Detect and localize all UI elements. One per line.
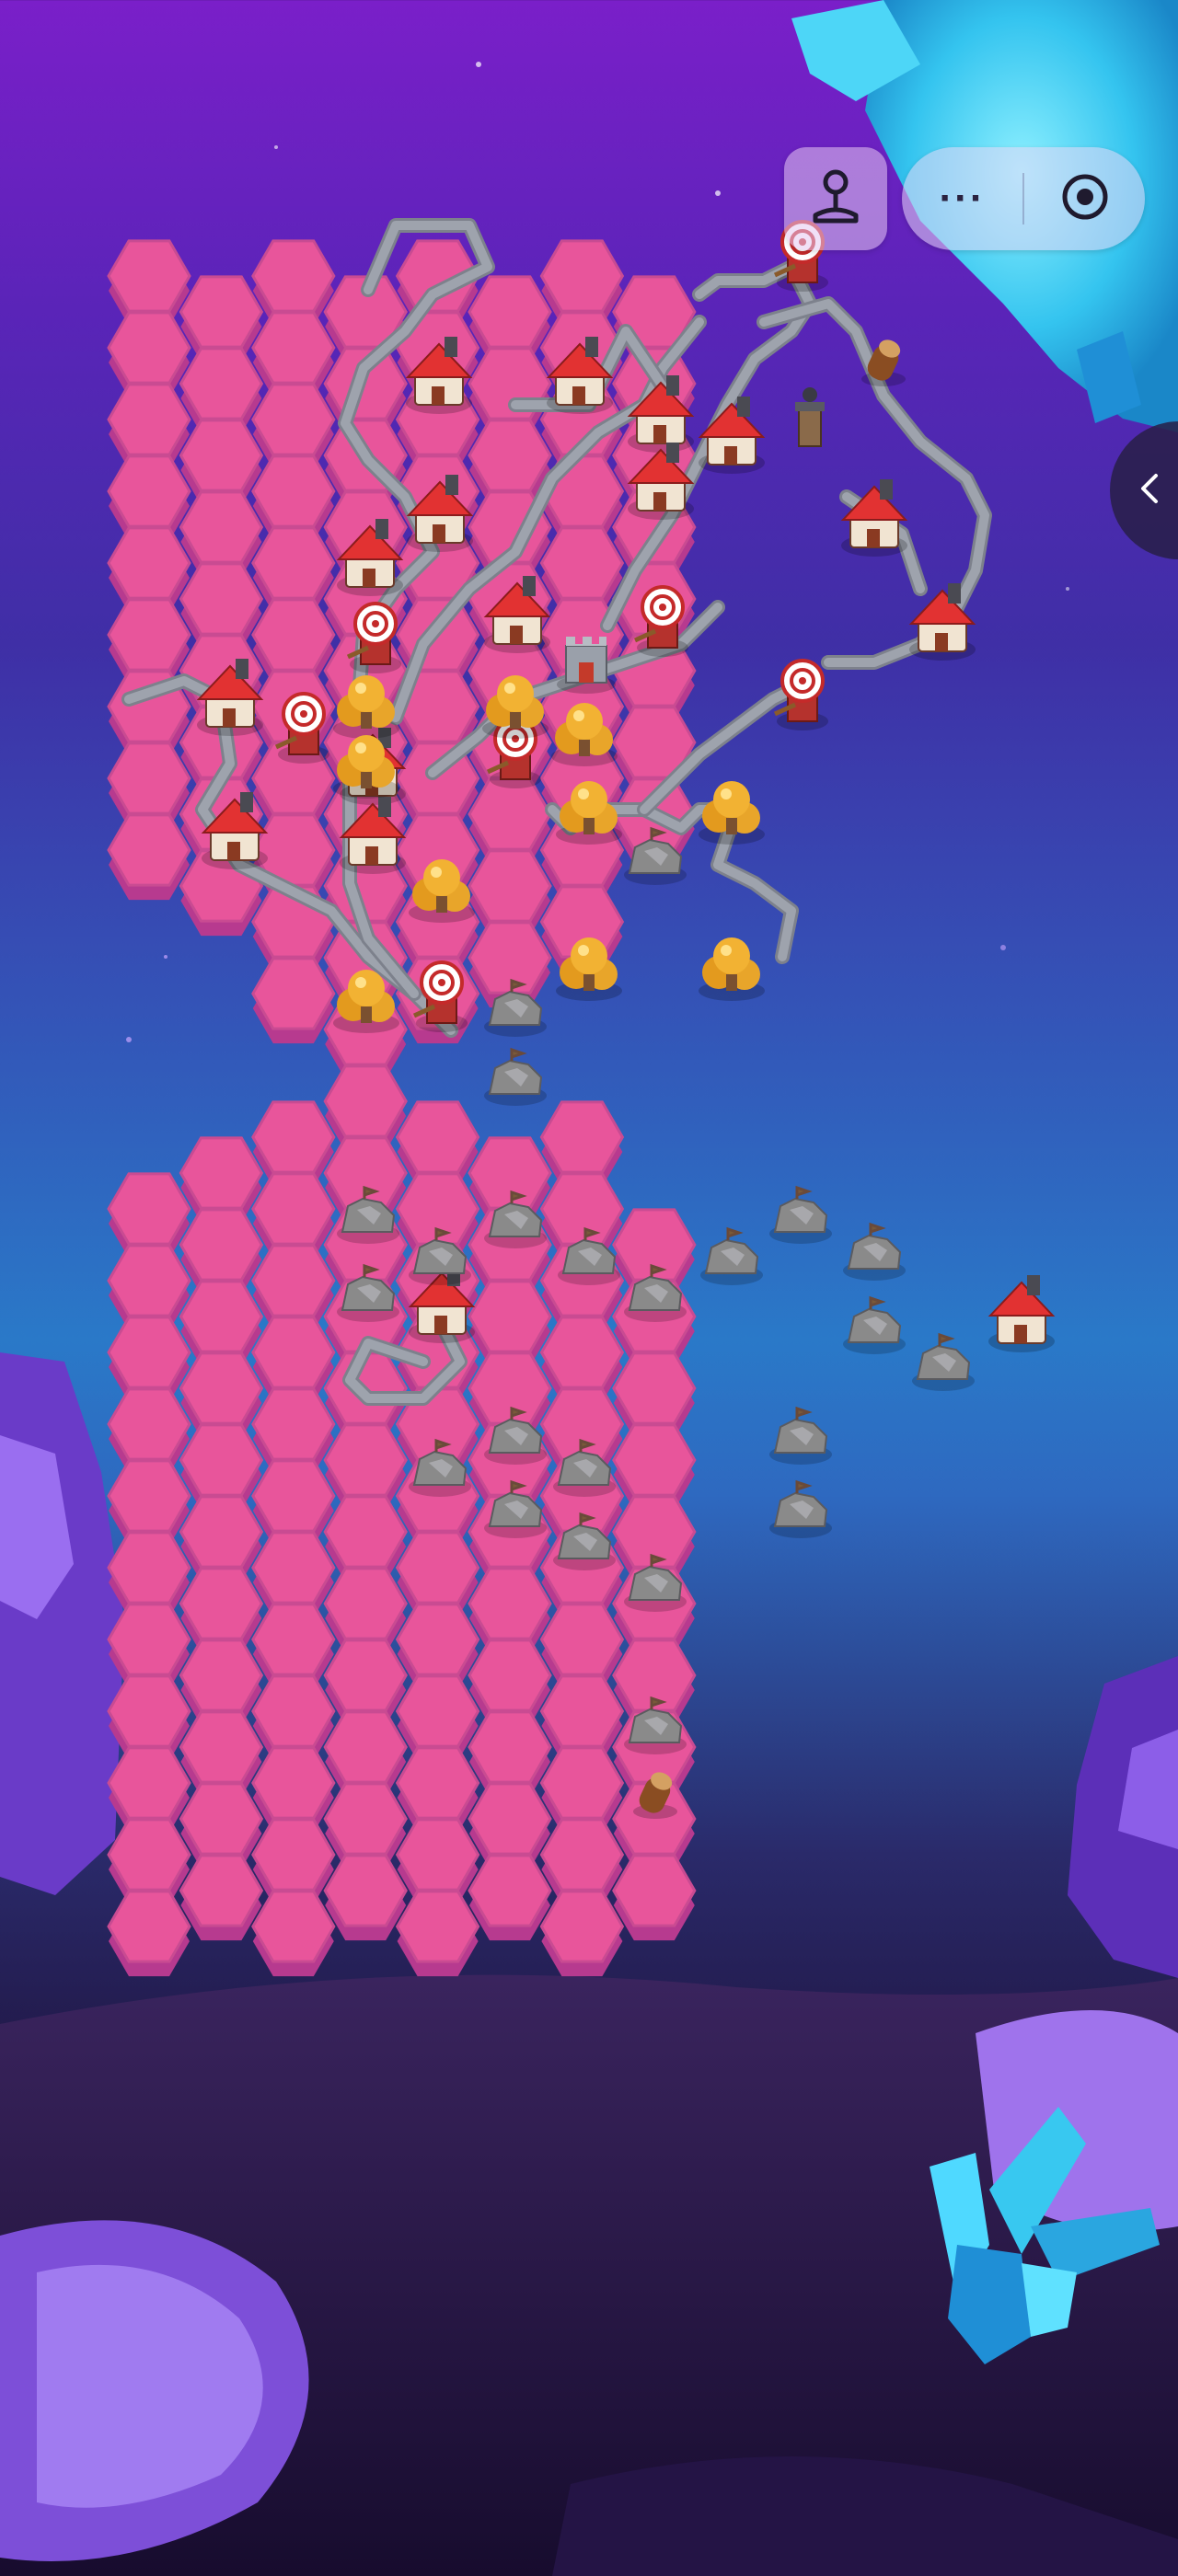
menu-capsule: ··· xyxy=(784,147,1152,250)
capsule-pill: ··· xyxy=(902,147,1145,250)
game-scene xyxy=(0,0,1178,2576)
rock-ruin-building[interactable] xyxy=(700,1226,763,1285)
gold-mine-building[interactable] xyxy=(699,937,765,1001)
watch-tower-building[interactable] xyxy=(795,387,825,447)
joystick-icon xyxy=(810,167,861,231)
red-house-building[interactable] xyxy=(987,1275,1056,1352)
avatar-button[interactable] xyxy=(784,147,887,250)
rock-ruin-building[interactable] xyxy=(843,1222,906,1281)
gold-mine-building[interactable] xyxy=(699,781,765,845)
more-dots-icon: ··· xyxy=(939,176,986,221)
chevron-left-icon xyxy=(1136,470,1161,512)
rock-ruin-building[interactable] xyxy=(769,1406,832,1465)
rock-ruin-building[interactable] xyxy=(769,1479,832,1538)
more-button[interactable]: ··· xyxy=(902,147,1022,250)
rock-ruin-building[interactable] xyxy=(769,1185,832,1244)
red-house-building[interactable] xyxy=(698,397,766,474)
rock-ruin-building[interactable] xyxy=(843,1295,906,1354)
record-circle-icon xyxy=(1059,171,1111,227)
rock-ruin-building[interactable] xyxy=(912,1332,975,1391)
close-button[interactable] xyxy=(1024,147,1145,250)
purple-crystal-left xyxy=(0,1352,124,1895)
castle-keep-building[interactable] xyxy=(557,637,616,694)
purple-crystal-right xyxy=(1068,1656,1178,1978)
rock-ruin-building[interactable] xyxy=(484,1047,547,1106)
